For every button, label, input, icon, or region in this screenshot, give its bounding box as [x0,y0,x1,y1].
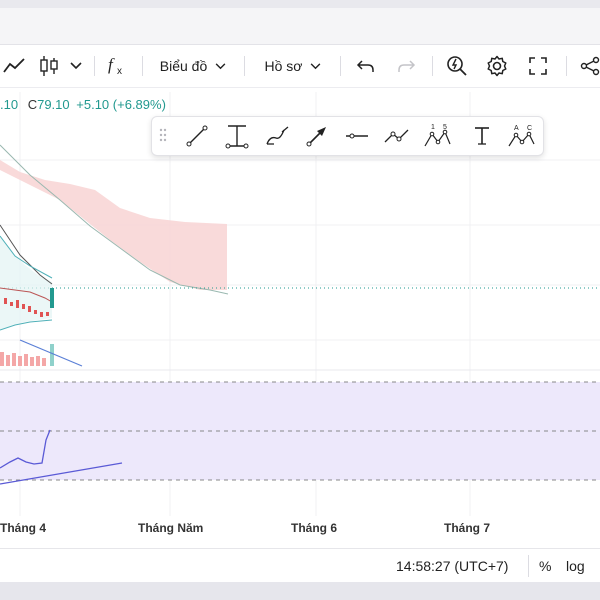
profile-menu-label: Hồ sơ [264,58,303,74]
toolbar-divider [566,56,567,76]
line-chart-icon[interactable] [0,49,30,83]
redo-icon[interactable] [392,49,420,83]
clock-time: 14:58:27 (UTC+7) [396,558,509,574]
cloud-lower-line [0,144,229,295]
profile-menu-button[interactable]: Hồ sơ [254,49,332,83]
vertical-range-tool-icon[interactable] [222,121,252,151]
toolbar-divider [340,56,341,76]
abcd-pattern-tool-icon[interactable]: A C [506,121,536,151]
chart-type-chevron-down-icon[interactable] [66,49,86,83]
share-icon[interactable] [578,49,600,83]
x-axis-label: Tháng 7 [444,521,491,535]
chevron-down-icon [311,62,321,69]
xabcd-label-1: 1 [431,124,435,131]
chart-menu-label: Biểu đồ [159,58,208,74]
close-label: C [27,97,38,112]
open-value: .10 [0,97,19,112]
chart-menu-button[interactable]: Biểu đồ [150,49,236,83]
chart-toolbar: f x Biểu đồ Hồ sơ [0,45,600,88]
candlestick-icon[interactable] [36,49,62,83]
ma-line-red [0,287,53,303]
abcd-label-c: C [527,125,532,132]
x-axis-label: Tháng 6 [291,521,338,535]
log-scale-toggle[interactable]: log [566,558,585,574]
rsi-trend-line [0,462,123,485]
rsi-levels [0,381,600,481]
rsi-band [0,382,600,480]
toolbar-divider [94,56,95,76]
change-value: +5.10 [76,97,110,112]
text-tool-icon[interactable] [467,121,497,151]
candles [4,288,54,317]
volume-trend-line [19,339,83,367]
window-bottom-strip [0,582,600,600]
volume-bars [0,344,54,366]
undo-icon[interactable] [352,49,380,83]
rsi-line [0,429,51,469]
svg-text:x: x [117,66,122,77]
chevron-down-icon [215,62,226,69]
ohlc-legend: .10 C79.10 +5.10 (+6.89%) [0,97,166,112]
horizontal-line-tool-icon[interactable] [342,121,372,151]
fullscreen-icon[interactable] [524,49,552,83]
ma-line-teal-lower [0,319,53,331]
ma-line-teal [0,235,53,279]
arrow-tool-icon[interactable] [302,121,332,151]
trend-line-tool-icon[interactable] [182,121,212,151]
last-candle [50,288,54,308]
drawing-toolbar: 1 5 A C [151,116,544,156]
bollinger-fill [0,236,52,330]
status-divider [528,555,529,577]
brush-tool-icon[interactable] [262,121,292,151]
svg-text:f: f [108,55,115,74]
ichimoku-cloud [0,160,227,290]
percent-scale-toggle[interactable]: % [539,558,551,574]
settings-gear-icon[interactable] [482,49,512,83]
indicators-fx-icon[interactable]: f x [104,49,132,83]
change-percent: (+6.89%) [112,97,166,112]
abcd-label-a: A [514,125,519,132]
toolbar-divider [142,56,143,76]
close-value: 79.10 [37,97,70,112]
toolbar-divider [244,56,245,76]
xabcd-pattern-tool-icon[interactable]: 1 5 [422,121,452,151]
polyline-tool-icon[interactable] [382,121,412,151]
drag-handle-icon[interactable] [159,128,167,147]
window-top-strip [0,0,600,8]
chart-status-bar: 14:58:27 (UTC+7) % log [0,548,600,583]
browser-tab-area [0,8,600,45]
x-axis-label: Tháng Năm [138,521,204,535]
quick-search-icon[interactable] [442,49,472,83]
x-axis-label: Tháng 4 [0,521,47,535]
ma-line-dark [0,224,53,285]
price-chart[interactable] [0,0,600,600]
toolbar-divider [432,56,433,76]
